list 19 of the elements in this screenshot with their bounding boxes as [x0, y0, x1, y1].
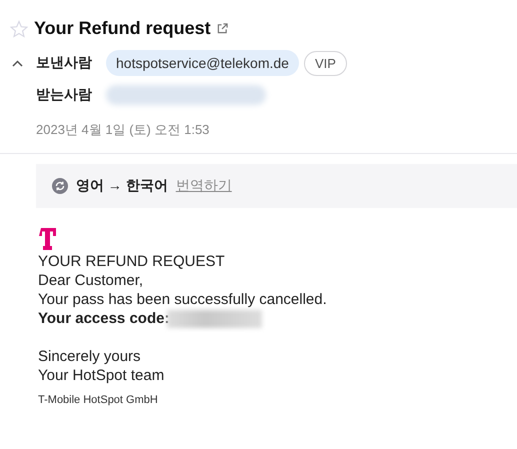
caret-icon[interactable]: [12, 60, 22, 66]
body-text: Your pass has been successfully cancelled.: [38, 290, 328, 309]
email-subject: Your Refund request: [34, 18, 211, 39]
email-heading: YOUR REFUND REQUEST: [38, 252, 226, 271]
star-icon[interactable]: [10, 20, 28, 38]
translate-icon: [52, 178, 68, 194]
sender-label: 보낸사람: [36, 54, 93, 72]
vip-button[interactable]: VIP: [304, 50, 347, 76]
closing-text: Sincerely yours: [38, 347, 142, 366]
logo-icon: [38, 228, 59, 250]
recipient-label: 받는사람: [36, 86, 93, 104]
body-text: Dear Customer,: [38, 271, 144, 290]
access-code-label: Your access code:: [38, 309, 170, 328]
sender-address[interactable]: hotspotservice@telekom.de: [106, 50, 299, 76]
external-link-icon[interactable]: [216, 23, 228, 34]
language-pair: 영어 → 한국어: [76, 177, 168, 195]
date-text: 2023년 4월 1일 (토) 오전 1:53: [36, 121, 210, 139]
company-name: T-Mobile HotSpot GmbH: [38, 393, 159, 408]
closing-text: Your HotSpot team: [38, 366, 166, 385]
